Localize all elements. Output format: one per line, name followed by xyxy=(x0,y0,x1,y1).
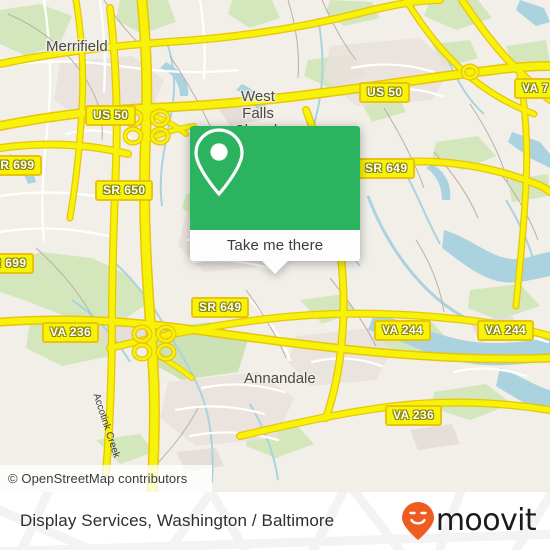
location-pin-icon xyxy=(194,128,244,197)
road-shield-va-244: VA 244 xyxy=(374,320,432,341)
road-shield-sr-650: SR 650 xyxy=(95,180,154,201)
road-shield-sr-649: SR 649 xyxy=(191,297,250,318)
moovit-smiley-pin-icon xyxy=(401,502,434,540)
map-place-label: Merrifield xyxy=(46,38,108,55)
road-shield-va-7: VA 7 xyxy=(514,78,550,99)
popup-card-tail xyxy=(262,261,288,274)
moovit-map-screenshot: .water{fill:#aad3df;} .waterline{stroke:… xyxy=(0,0,550,550)
map-canvas[interactable]: .water{fill:#aad3df;} .waterline{stroke:… xyxy=(0,0,550,492)
road-shield-us-50: US 50 xyxy=(359,82,411,103)
take-me-there-label: Take me there xyxy=(226,237,324,254)
footer-bar: Display Services, Washington / Baltimore… xyxy=(0,492,550,550)
popup-card-header xyxy=(190,126,360,230)
osm-attribution-text: © OpenStreetMap contributors xyxy=(8,471,188,486)
moovit-wordmark: moovit xyxy=(435,503,537,538)
road-shield-us-50: US 50 xyxy=(85,105,137,126)
road-shield-sr-699: SR 699 xyxy=(0,155,43,176)
osm-attribution-bar: © OpenStreetMap contributors xyxy=(0,465,212,492)
road-shield-sr-649: SR 649 xyxy=(357,158,416,179)
road-shield-va-236: VA 236 xyxy=(42,322,100,343)
take-me-there-button[interactable]: Take me there xyxy=(190,230,360,261)
footer-title: Display Services, Washington / Baltimore xyxy=(20,511,335,530)
moovit-logo[interactable]: moovit xyxy=(401,501,537,541)
location-popup-card[interactable]: Take me there xyxy=(190,126,360,274)
road-shield-sr-699: SR 699 xyxy=(0,253,35,274)
road-shield-va-244: VA 244 xyxy=(477,320,535,341)
road-shield-va-236: VA 236 xyxy=(385,405,443,426)
map-place-label: Annandale xyxy=(244,370,316,387)
